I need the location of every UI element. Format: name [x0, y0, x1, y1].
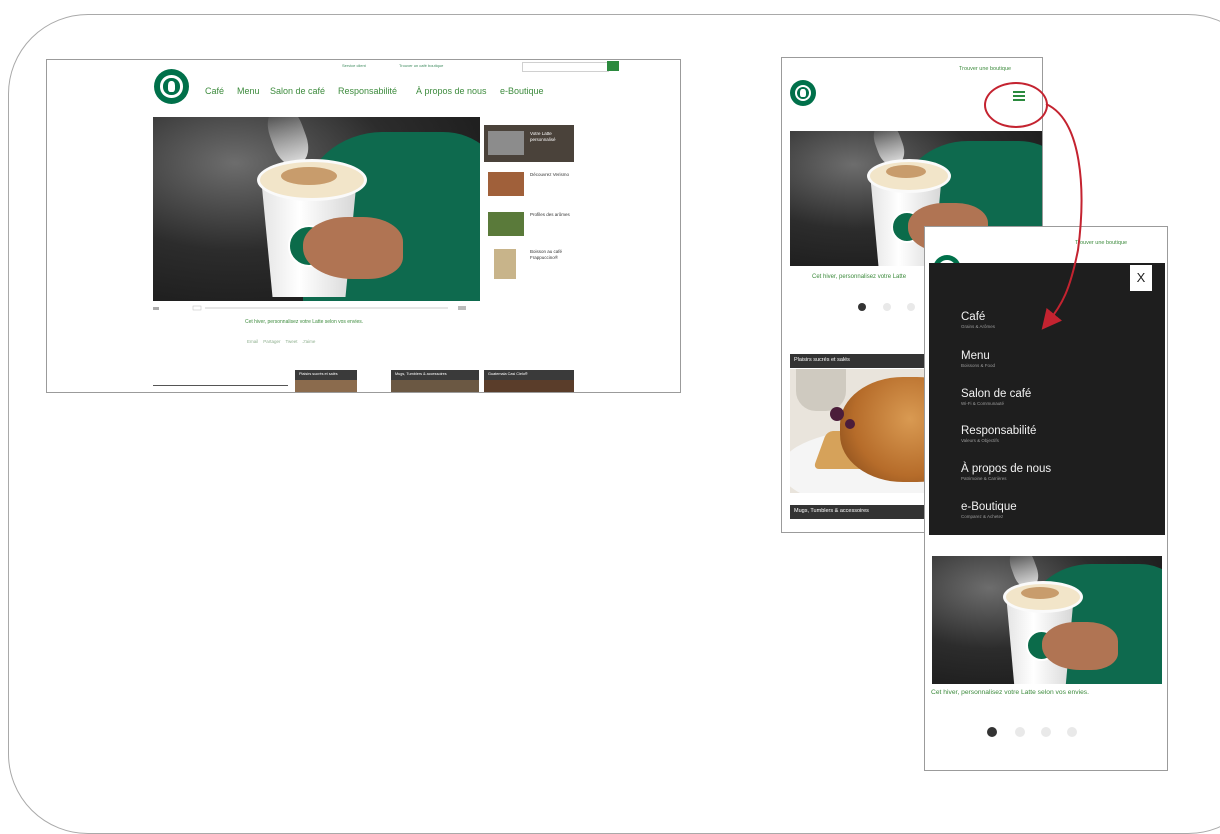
highlight-circle	[984, 82, 1048, 128]
nav-item-cafe[interactable]: Café	[205, 86, 224, 96]
nav-item-salon[interactable]: Salon de café	[270, 86, 325, 96]
menu-item-salon[interactable]: Salon de café Wi-Fi & Communauté	[961, 388, 1031, 406]
side-thumb	[488, 212, 524, 236]
section-label: Plaisirs sucrés et salés	[794, 357, 850, 363]
tile-label: Guatemala Casi Cielo®	[488, 372, 528, 376]
section-label: Mugs, Tumblers & accessoires	[794, 508, 869, 514]
share-partager-link[interactable]: Partager	[263, 339, 280, 344]
tile-label: Plaisirs sucrés et salés	[299, 372, 338, 376]
divider	[153, 385, 288, 386]
menu-item-menu[interactable]: Menu Boissons & Food	[961, 350, 995, 368]
utility-link-store[interactable]: Trouver un café boutique	[399, 63, 443, 68]
tile-plaisirs[interactable]: Plaisirs sucrés et salés	[295, 370, 357, 392]
nav-item-menu[interactable]: Menu	[237, 86, 260, 96]
side-item-frappuccino[interactable]: Boisson au café Frappuccino®	[484, 243, 574, 287]
menu-item-title: e-Boutique	[961, 501, 1017, 513]
menu-item-cafe[interactable]: Café Grains & Arômes	[961, 311, 995, 329]
share-tweet-link[interactable]: Tweet	[285, 339, 297, 344]
share-bar: Email Partager Tweet J'aime	[247, 339, 315, 344]
menu-item-subtitle: Comparez & Achetez	[961, 514, 1004, 519]
carousel-dot-active[interactable]	[858, 303, 866, 311]
side-item-verismo[interactable]: Découvrez Verismo	[484, 166, 574, 203]
share-email-link[interactable]: Email	[247, 339, 258, 344]
menu-item-eboutique[interactable]: e-Boutique Comparez & Achetez	[961, 501, 1017, 519]
utility-link-service[interactable]: Service client	[342, 63, 366, 68]
search-input[interactable]	[522, 62, 609, 72]
side-item-label: Boisson au café Frappuccino®	[530, 249, 563, 260]
menu-item-a-propos[interactable]: À propos de nous Patrimoine & Carrières	[961, 463, 1051, 481]
carousel-dot[interactable]	[1041, 727, 1051, 737]
carousel-dot-active[interactable]	[987, 727, 997, 737]
side-thumb	[488, 131, 524, 155]
nav-item-responsabilite[interactable]: Responsabilité	[338, 86, 397, 96]
starbucks-logo[interactable]	[790, 80, 816, 106]
nav-item-a-propos[interactable]: À propos de nous	[416, 86, 487, 96]
carousel-dot[interactable]	[883, 303, 891, 311]
hero-caption: Cet hiver, personnalisez votre Latte	[812, 274, 907, 280]
menu-item-subtitle: Boissons & Food	[961, 363, 996, 368]
menu-item-subtitle: Grains & Arômes	[961, 324, 996, 329]
store-locator-link[interactable]: Trouver une boutique	[959, 66, 1011, 72]
mobile-screenshot-open: Trouver une boutique X Café Grains & Arô…	[924, 226, 1168, 771]
side-thumb	[494, 249, 516, 279]
menu-item-title: Salon de café	[961, 388, 1032, 400]
hero-caption: Cet hiver, personnalisez votre Latte sel…	[931, 689, 1089, 696]
side-item-latte[interactable]: Votre Latte personnalisé	[484, 125, 574, 162]
menu-item-title: À propos de nous	[961, 463, 1052, 475]
carousel-dot[interactable]	[907, 303, 915, 311]
menu-item-title: Responsabilité	[961, 425, 1037, 437]
menu-item-responsabilite[interactable]: Responsabilité Valeurs & Objectifs	[961, 425, 1036, 443]
share-like-link[interactable]: J'aime	[303, 339, 316, 344]
menu-item-title: Menu	[961, 350, 990, 362]
hero-image[interactable]	[153, 117, 480, 301]
tile-label: Mugs, Tumblers & accessoires	[395, 372, 447, 376]
starbucks-logo[interactable]	[154, 69, 189, 104]
desktop-screenshot: Service client Trouver un café boutique …	[46, 59, 681, 393]
side-item-label: Votre Latte personnalisé	[530, 131, 556, 142]
side-item-label: Profiles des arômes	[530, 212, 570, 217]
nav-item-eboutique[interactable]: e-Boutique	[500, 86, 544, 96]
hero-image[interactable]	[932, 556, 1162, 684]
video-controls[interactable]	[153, 305, 478, 311]
carousel-dot[interactable]	[1015, 727, 1025, 737]
menu-item-subtitle: Wi-Fi & Communauté	[961, 401, 1005, 406]
tile-mugs[interactable]: Mugs, Tumblers & accessoires	[391, 370, 479, 392]
side-thumb	[488, 172, 524, 196]
hero-caption: Cet hiver, personnalisez votre Latte sel…	[245, 319, 364, 325]
menu-item-subtitle: Patrimoine & Carrières	[961, 476, 1007, 481]
tile-guatemala[interactable]: Guatemala Casi Cielo®	[484, 370, 574, 392]
search-button[interactable]	[607, 61, 619, 71]
carousel-dot[interactable]	[1067, 727, 1077, 737]
menu-item-subtitle: Valeurs & Objectifs	[961, 438, 999, 443]
side-item-aromes[interactable]: Profiles des arômes	[484, 206, 574, 243]
side-item-label: Découvrez Verismo	[530, 172, 570, 177]
store-locator-link[interactable]: Trouver une boutique	[1075, 240, 1127, 246]
menu-item-title: Café	[961, 311, 986, 323]
close-menu-button[interactable]: X	[1130, 265, 1152, 291]
